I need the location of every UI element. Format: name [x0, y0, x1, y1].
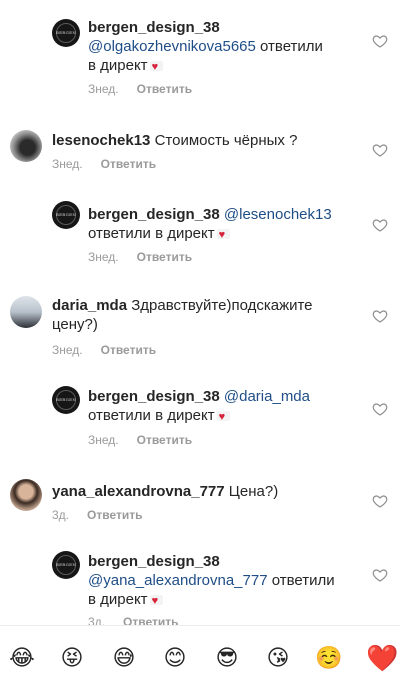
avatar[interactable]: BERGEN [52, 386, 80, 414]
comment-meta: 3д. Ответить [52, 508, 142, 522]
comment-body: Цена?) [228, 483, 279, 500]
tears-of-joy-emoji-icon[interactable]: 😂 [9, 646, 35, 672]
timestamp: 3д. [52, 508, 70, 522]
comment-body: в директ [88, 57, 148, 74]
emoji-glyph: ❤️ [366, 644, 399, 674]
like-heart-icon[interactable] [372, 217, 388, 233]
comment-body: Стоимость чёрных ? [154, 132, 298, 149]
comment-text: bergen_design_38 @olgakozhevnikova5665 о… [88, 18, 368, 77]
like-heart-icon[interactable] [372, 493, 388, 509]
comment-text: lesenochek13 Стоимость чёрных ? [52, 131, 372, 150]
avatar[interactable] [10, 479, 42, 511]
brand-logo-text: BERGEN [55, 212, 77, 217]
timestamp: Знед. [88, 250, 119, 264]
comment-meta: Знед. Ответить [88, 82, 192, 96]
emoji-glyph: ☺️ [315, 646, 343, 671]
comment-body: ответили [271, 572, 335, 589]
reply-button[interactable]: Ответить [137, 82, 192, 96]
reply-button[interactable]: Ответить [137, 250, 192, 264]
brand-logo-text: BERGEN [55, 397, 77, 402]
smiling-face-emoji-icon[interactable]: 😊 [162, 646, 188, 672]
comment-body: в директ [88, 591, 148, 608]
heart-emoji-icon [216, 408, 230, 427]
sunglasses-emoji-icon[interactable]: 😎 [214, 646, 240, 672]
comment-body: цену?) [52, 316, 98, 333]
comment-text: bergen_design_38 @daria_mda ответили в д… [88, 387, 368, 427]
mention-link[interactable]: @lesenochek13 [224, 206, 332, 223]
reply-button[interactable]: Ответить [101, 343, 156, 357]
username[interactable]: bergen_design_38 [88, 553, 220, 570]
like-heart-icon[interactable] [372, 567, 388, 583]
like-heart-icon[interactable] [372, 33, 388, 49]
avatar[interactable]: BERGEN [52, 201, 80, 229]
username[interactable]: lesenochek13 [52, 132, 150, 149]
emoji-glyph: 😅 [112, 646, 136, 671]
reply-button[interactable]: Ответить [101, 157, 156, 171]
heart-emoji-icon [149, 592, 163, 611]
mention-link[interactable]: @yana_alexandrovna_777 [88, 572, 268, 589]
timestamp: Знед. [52, 157, 83, 171]
comment-body: ответили в директ [88, 225, 215, 242]
heart-emoji-icon [216, 226, 230, 245]
username[interactable]: daria_mda [52, 297, 127, 314]
comment-text: bergen_design_38 @yana_alexandrovna_777 … [88, 552, 368, 611]
reply-button[interactable]: Ответить [87, 508, 142, 522]
emoji-glyph: 😎 [215, 646, 239, 671]
username[interactable]: yana_alexandrovna_777 [52, 483, 225, 500]
reply-button[interactable]: Ответить [137, 433, 192, 447]
mention-link[interactable]: @olgakozhevnikova5665 [88, 38, 256, 55]
emoji-glyph: 😘 [266, 646, 290, 671]
emoji-glyph: 😝 [60, 646, 84, 671]
brand-logo-text: BERGEN [55, 30, 77, 35]
username[interactable]: bergen_design_38 [88, 206, 220, 223]
timestamp: Знед. [88, 82, 119, 96]
emoji-quick-bar: 😂 😝 😅 😊 😎 😘 ☺️ ❤️ [0, 625, 400, 689]
heart-emoji-icon [149, 58, 163, 77]
timestamp: Знед. [52, 343, 83, 357]
comment-body: Здравствуйте)подскажите [131, 297, 313, 314]
avatar[interactable]: BERGEN [52, 19, 80, 47]
username[interactable]: bergen_design_38 [88, 388, 220, 405]
comment-meta: Знед. Ответить [88, 250, 192, 264]
like-heart-icon[interactable] [372, 142, 388, 158]
like-heart-icon[interactable] [372, 401, 388, 417]
avatar[interactable]: BERGEN [52, 551, 80, 579]
red-heart-icon[interactable]: ❤️ [366, 646, 398, 672]
comment-meta: Знед. Ответить [88, 433, 192, 447]
brand-logo-text: BERGEN [55, 562, 77, 567]
comment-meta: Знед. Ответить [52, 343, 156, 357]
comment-body: ответили в директ [88, 407, 215, 424]
like-heart-icon[interactable] [372, 308, 388, 324]
relaxed-emoji-icon[interactable]: ☺️ [315, 646, 343, 672]
username[interactable]: bergen_design_38 [88, 19, 220, 36]
tongue-out-emoji-icon[interactable]: 😝 [59, 646, 85, 672]
avatar[interactable] [10, 130, 42, 162]
avatar[interactable] [10, 296, 42, 328]
comment-meta: Знед. Ответить [52, 157, 156, 171]
kiss-emoji-icon[interactable]: 😘 [265, 646, 291, 672]
emoji-glyph: 😂 [9, 646, 35, 671]
comment-text: bergen_design_38 @lesenochek13 ответили … [88, 205, 368, 245]
comment-body: ответили [260, 38, 323, 55]
comment-text: daria_mda Здравствуйте)подскажите цену?) [52, 296, 372, 334]
timestamp: Знед. [88, 433, 119, 447]
emoji-glyph: 😊 [163, 646, 187, 671]
mention-link[interactable]: @daria_mda [224, 388, 310, 405]
sweat-smile-emoji-icon[interactable]: 😅 [111, 646, 137, 672]
comment-text: yana_alexandrovna_777 Цена?) [52, 482, 372, 501]
